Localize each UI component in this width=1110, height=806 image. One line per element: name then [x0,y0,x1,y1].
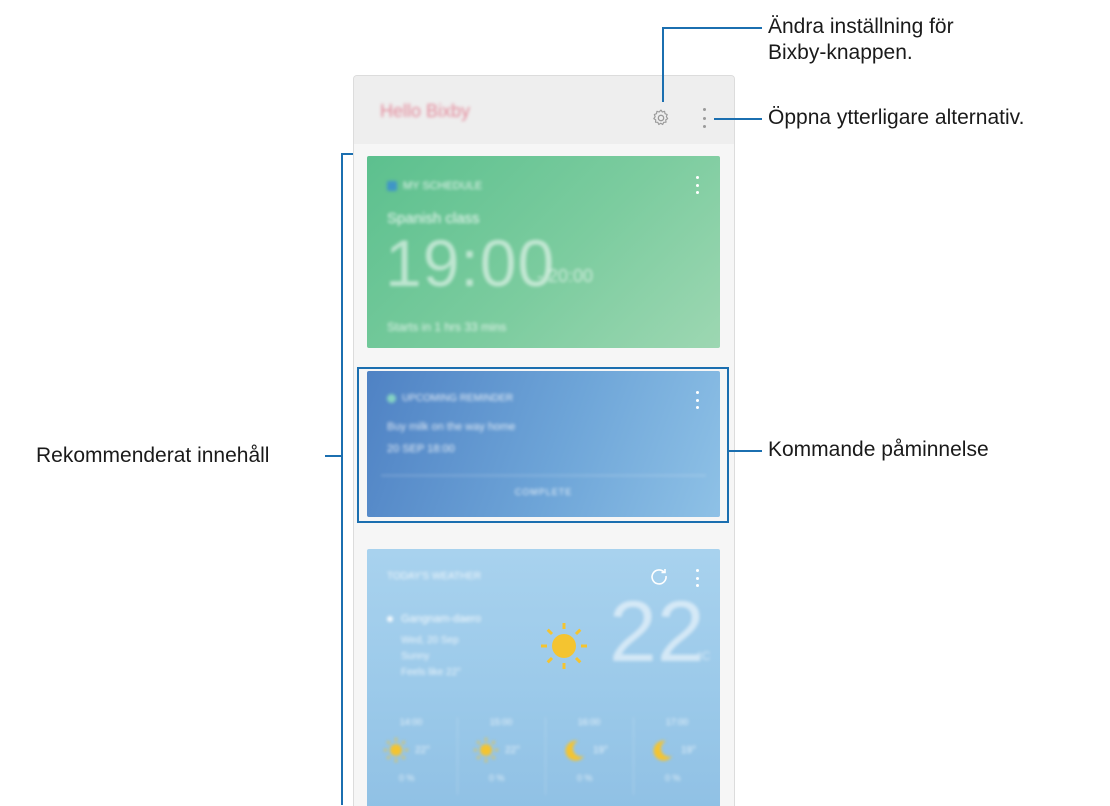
annotation-more-options: Öppna ytterligare alternativ. [768,106,1025,129]
hourly-item: 17:00 19° 0 % [633,709,720,806]
callout-line-settings [662,27,762,29]
hourly-item: 14:00 22° 0 % [367,709,455,806]
hourly-item: 16:00 19° 0 % [545,709,633,806]
weather-card[interactable]: TODAY'S WEATHER Gangnam-daero Wed, 20 Se… [367,549,720,806]
weather-condition: Sunny [401,651,430,662]
bracket-recommended [341,153,343,805]
refresh-icon[interactable] [649,566,669,586]
weather-date: Wed, 20 Sep [401,635,459,646]
callout-line-settings [662,28,664,102]
reminder-highlight [357,367,729,523]
sun-icon [384,738,408,762]
weather-unit: °C [697,649,711,663]
weather-location: Gangnam-daero [387,613,481,625]
more-options-icon[interactable] [701,108,707,128]
weather-card-more-icon[interactable] [695,569,700,587]
schedule-starts-in: Starts in 1 hrs 33 mins [387,320,507,334]
annotation-settings: Ändra inställning för Bixby-knappen. [768,15,954,64]
moon-icon [653,740,672,761]
gear-icon[interactable] [651,108,671,128]
schedule-end-time: - 20:00 [537,266,594,286]
sun-icon [474,738,498,762]
weather-temperature: 22 [609,584,705,680]
app-title: Hello Bixby [380,101,471,121]
schedule-start-time: 19:00 [385,226,556,300]
annotation-reminder: Kommande påminnelse [768,438,989,461]
schedule-card[interactable]: MY SCHEDULE Spanish class 19:00 - 20:00 … [367,156,720,348]
callout-line-more-options [714,118,762,120]
weather-feels-like: Feels like 22° [401,667,462,678]
schedule-card-more-icon[interactable] [695,176,700,194]
schedule-card-header: MY SCHEDULE [387,180,482,192]
location-pin-icon [387,616,393,623]
hourly-item: 15:00 22° 0 % [457,709,545,806]
app-bar: Hello Bixby [354,76,734,144]
weather-card-header: TODAY'S WEATHER [387,571,482,582]
sun-icon [541,623,587,669]
callout-line-recommended [325,455,343,457]
hourly-forecast: 14:00 22° 0 % 15:00 22° 0 % 16:00 19° 0 … [367,709,720,806]
annotation-recommended: Rekommenderat innehåll [36,444,270,467]
bracket-recommended [341,153,353,155]
moon-icon [565,740,584,761]
callout-line-reminder [727,450,762,452]
schedule-event-title: Spanish class [387,210,480,227]
